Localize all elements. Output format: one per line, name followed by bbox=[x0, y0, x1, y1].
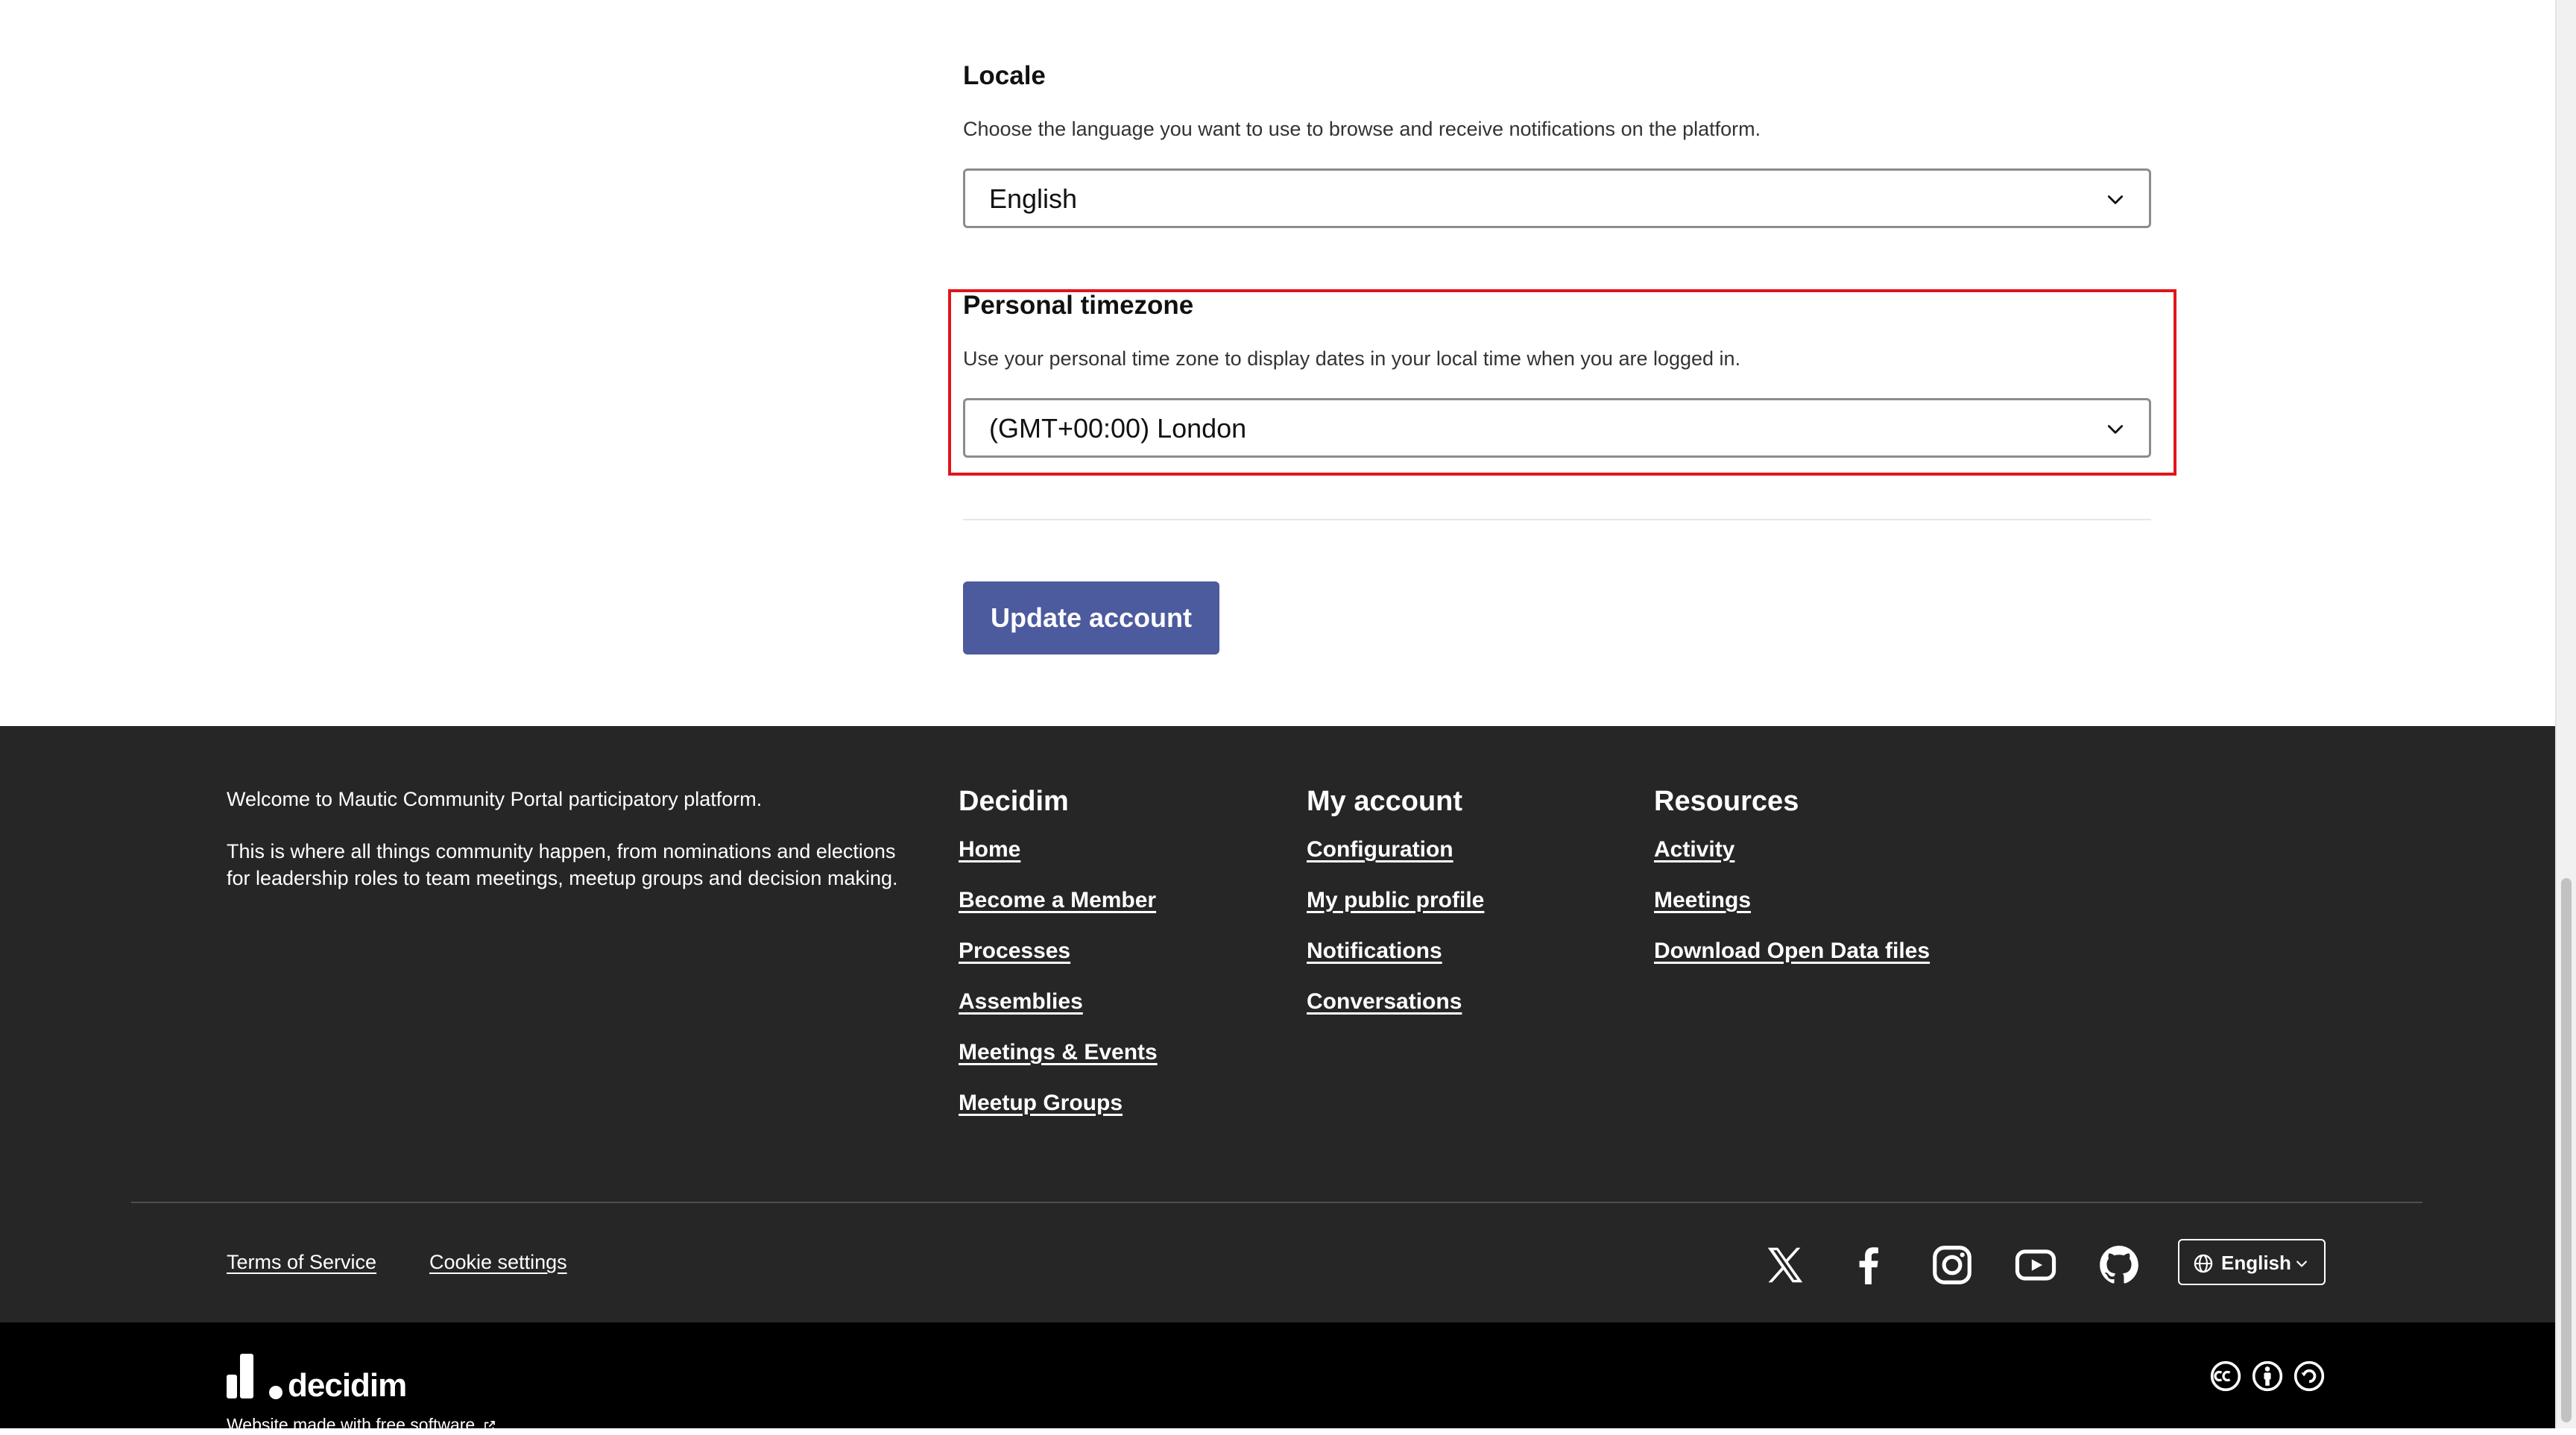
footer-column-title: My account bbox=[1307, 786, 1463, 817]
account-form: Locale Choose the language you want to u… bbox=[0, 0, 2555, 726]
footer-link-meetup-groups[interactable]: Meetup Groups bbox=[959, 1091, 1158, 1116]
bottom-bar: decidim Website made with free software bbox=[0, 1322, 2555, 1434]
footer-column-resources: Resources Activity Meetings Download Ope… bbox=[1654, 786, 1930, 989]
locale-select[interactable]: English bbox=[963, 168, 2151, 228]
footer-link-open-data[interactable]: Download Open Data files bbox=[1654, 939, 1930, 964]
footer-column-my-account: My account Configuration My public profi… bbox=[1307, 786, 1484, 1040]
language-selector-label: English bbox=[2221, 1252, 2291, 1274]
youtube-icon[interactable] bbox=[2012, 1242, 2059, 1288]
facebook-icon[interactable] bbox=[1846, 1242, 1892, 1288]
x-icon[interactable] bbox=[1762, 1242, 1808, 1288]
footer-intro-description: This is where all things community happe… bbox=[227, 840, 898, 889]
footer-intro: Welcome to Mautic Community Portal parti… bbox=[227, 786, 912, 917]
made-with-free-software-link[interactable]: Website made with free software bbox=[227, 1415, 496, 1435]
timezone-help-text: Use your personal time zone to display d… bbox=[963, 347, 1741, 370]
timezone-select[interactable]: (GMT+00:00) London bbox=[963, 398, 2151, 458]
decidim-logo-icon bbox=[227, 1354, 282, 1399]
globe-icon bbox=[2194, 1254, 2213, 1273]
footer-link-public-profile[interactable]: My public profile bbox=[1307, 888, 1484, 913]
footer-link-processes[interactable]: Processes bbox=[959, 939, 1158, 964]
footer-intro-welcome: Welcome to Mautic Community Portal parti… bbox=[227, 788, 763, 810]
update-account-button[interactable]: Update account bbox=[963, 581, 1219, 655]
creative-commons-icon bbox=[2210, 1360, 2241, 1392]
made-with-label: Website made with free software bbox=[227, 1415, 476, 1434]
footer-link-configuration[interactable]: Configuration bbox=[1307, 837, 1484, 862]
timezone-select-value: (GMT+00:00) London bbox=[989, 413, 1247, 444]
external-link-icon bbox=[484, 1421, 495, 1431]
site-footer: Welcome to Mautic Community Portal parti… bbox=[0, 726, 2555, 1322]
footer-column-title: Resources bbox=[1654, 786, 1799, 817]
form-divider bbox=[963, 519, 2151, 520]
footer-link-home[interactable]: Home bbox=[959, 837, 1158, 862]
locale-help-text: Choose the language you want to use to b… bbox=[963, 118, 1761, 140]
attribution-icon bbox=[2252, 1360, 2283, 1392]
footer-link-meetings[interactable]: Meetings bbox=[1654, 888, 1930, 913]
decidim-logo[interactable]: decidim bbox=[227, 1352, 407, 1405]
cookie-settings-link[interactable]: Cookie settings bbox=[429, 1251, 567, 1274]
footer-link-notifications[interactable]: Notifications bbox=[1307, 939, 1484, 964]
chevron-down-icon bbox=[2296, 1261, 2307, 1267]
decidim-logo-text: decidim bbox=[288, 1367, 407, 1404]
footer-column-decidim: Decidim Home Become a Member Processes A… bbox=[959, 786, 1158, 1141]
locale-title: Locale bbox=[963, 61, 1046, 90]
footer-link-assemblies[interactable]: Assemblies bbox=[959, 989, 1158, 1015]
footer-link-activity[interactable]: Activity bbox=[1654, 837, 1930, 862]
scrollbar-thumb[interactable] bbox=[2561, 878, 2572, 1422]
share-alike-icon bbox=[2294, 1360, 2325, 1392]
footer-divider bbox=[131, 1202, 2422, 1203]
footer-link-become-member[interactable]: Become a Member bbox=[959, 888, 1158, 913]
language-selector-button[interactable]: English bbox=[2178, 1239, 2326, 1285]
chevron-down-icon bbox=[2107, 195, 2124, 204]
timezone-title: Personal timezone bbox=[963, 291, 1194, 320]
github-icon[interactable] bbox=[2096, 1242, 2142, 1288]
instagram-icon[interactable] bbox=[1929, 1242, 1975, 1288]
chevron-down-icon bbox=[2107, 425, 2124, 434]
footer-link-meetings-events[interactable]: Meetings & Events bbox=[959, 1040, 1158, 1065]
footer-link-conversations[interactable]: Conversations bbox=[1307, 989, 1484, 1015]
footer-column-title: Decidim bbox=[959, 786, 1069, 817]
locale-select-value: English bbox=[989, 183, 1078, 214]
terms-of-service-link[interactable]: Terms of Service bbox=[227, 1251, 376, 1274]
